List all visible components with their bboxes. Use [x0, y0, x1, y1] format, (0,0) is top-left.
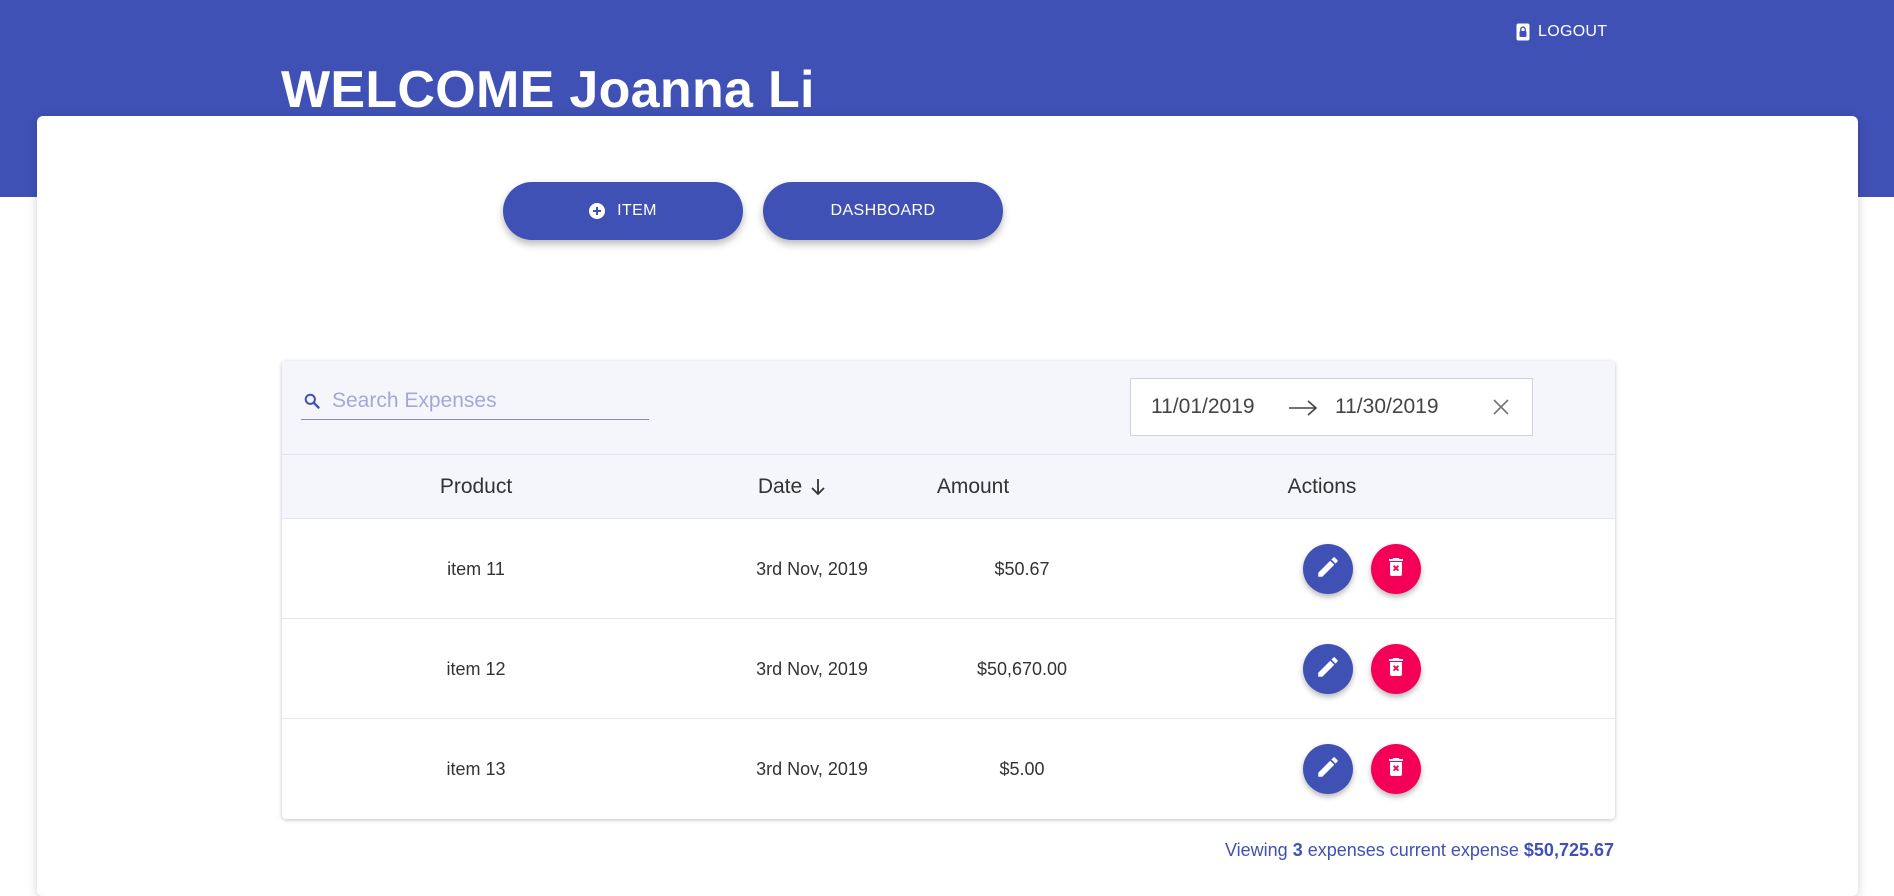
edit-button[interactable]	[1303, 544, 1353, 594]
table-header: Product Date Amount Actions	[282, 455, 1615, 519]
cell-date: 3rd Nov, 2019	[756, 558, 868, 579]
summary-middle: expenses current expense	[1307, 840, 1519, 860]
date-range-picker[interactable]: 11/01/2019 11/30/2019	[1130, 378, 1533, 436]
column-header-date-label: Date	[757, 475, 803, 498]
cell-date: 3rd Nov, 2019	[756, 658, 868, 679]
summary-prefix: Viewing	[1224, 840, 1288, 860]
column-header-amount[interactable]: Amount	[882, 455, 1064, 519]
pencil-icon	[1315, 554, 1341, 585]
date-range-start[interactable]: 11/01/2019	[1151, 395, 1255, 419]
arrow-down-icon	[810, 478, 826, 496]
plus-circle-icon	[589, 203, 606, 219]
delete-button[interactable]	[1371, 644, 1421, 694]
cell-product: item 12	[446, 658, 506, 679]
cell-product: item 13	[446, 758, 506, 779]
edit-button[interactable]	[1303, 744, 1353, 794]
table-row: item 12 3rd Nov, 2019 $50,670.00	[282, 619, 1615, 719]
expenses-table: 11/01/2019 11/30/2019 Product Date Amoun…	[282, 361, 1615, 819]
logout-label: LOGOUT	[1538, 23, 1608, 40]
trash-icon	[1384, 755, 1408, 784]
cell-amount: $5.00	[999, 758, 1045, 779]
summary-count: 3	[1292, 840, 1303, 860]
cell-amount: $50.67	[994, 558, 1050, 579]
arrow-right-icon	[1288, 398, 1318, 418]
dashboard-button[interactable]: DASHBOARD	[763, 182, 1003, 240]
pencil-icon	[1315, 754, 1341, 785]
table-toolbar: 11/01/2019 11/30/2019	[282, 361, 1615, 455]
date-range-end[interactable]: 11/30/2019	[1335, 395, 1439, 419]
cell-date: 3rd Nov, 2019	[756, 758, 868, 779]
search-input[interactable]	[332, 388, 632, 413]
dashboard-label: DASHBOARD	[830, 202, 936, 219]
close-icon[interactable]	[1491, 397, 1511, 417]
logout-button[interactable]: LOGOUT	[1516, 20, 1607, 44]
search-icon	[304, 393, 320, 409]
cell-product: item 11	[447, 558, 505, 579]
add-item-label: ITEM	[617, 202, 657, 219]
delete-button[interactable]	[1371, 544, 1421, 594]
cell-amount: $50,670.00	[976, 658, 1068, 679]
column-header-product[interactable]: Product	[326, 455, 626, 519]
summary-total: $50,725.67	[1523, 840, 1614, 860]
page-title: WELCOME Joanna Li	[281, 61, 815, 119]
column-header-actions: Actions	[1287, 475, 1357, 498]
trash-icon	[1384, 655, 1408, 684]
table-row: item 13 3rd Nov, 2019 $5.00	[282, 719, 1615, 819]
table-row: item 11 3rd Nov, 2019 $50.67	[282, 519, 1615, 619]
lock-icon	[1516, 23, 1530, 41]
pencil-icon	[1315, 654, 1341, 685]
trash-icon	[1384, 555, 1408, 584]
add-item-button[interactable]: ITEM	[503, 182, 743, 240]
edit-button[interactable]	[1303, 644, 1353, 694]
column-header-date[interactable]: Date	[682, 455, 902, 519]
expense-summary: Viewing 3 expenses current expense $50,7…	[1000, 840, 1614, 861]
search-field	[301, 382, 649, 420]
delete-button[interactable]	[1371, 744, 1421, 794]
